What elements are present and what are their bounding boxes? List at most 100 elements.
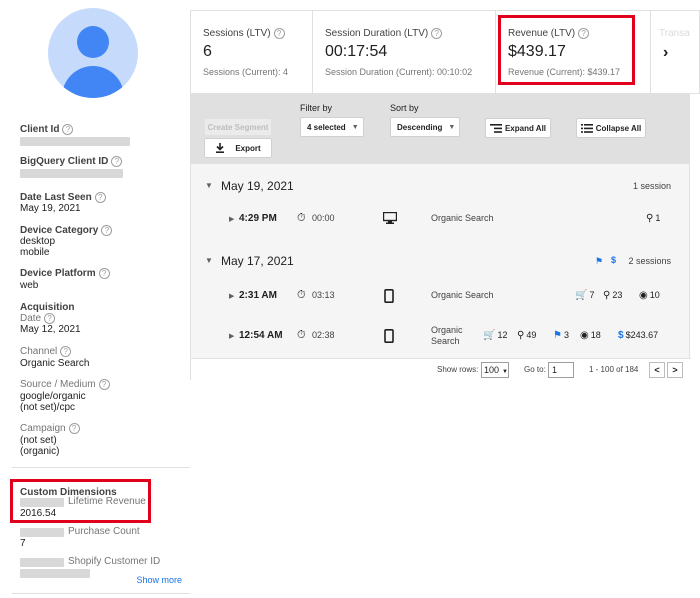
stopwatch-icon: ⏱: [297, 212, 306, 224]
purchase-count-label: Purchase Count: [68, 526, 140, 537]
flag-stat: ⚑ 3: [553, 330, 569, 341]
expand-all-button[interactable]: Expand All: [485, 118, 551, 138]
acquisition-label: Acquisition: [20, 302, 75, 313]
session-time: 4:29 PM: [239, 213, 277, 224]
expand-icon: [489, 123, 502, 133]
source-medium-value: (not set)/cpc: [20, 402, 76, 413]
source-medium-value: google/organic: [20, 391, 86, 402]
export-button[interactable]: Export: [204, 138, 272, 158]
help-icon[interactable]: ?: [94, 192, 106, 203]
shopify-customer-id-label: Shopify Customer ID: [68, 556, 161, 567]
help-icon[interactable]: ?: [273, 28, 285, 39]
expand-all-label: Expand All: [504, 123, 547, 133]
cart-icon: 🛒: [575, 290, 588, 301]
show-more-link[interactable]: Show more: [136, 575, 182, 585]
revenue-stat: $ $243.67: [618, 330, 659, 341]
session-count: 2 sessions: [628, 256, 671, 266]
date-label: May 19, 2021: [221, 179, 294, 193]
redacted-dimension-prefix: [20, 558, 64, 567]
session-row[interactable]: ▶ 12:54 AM ⏱ 02:38 Organic Search 🛒 12 ⚲ 49…: [191, 317, 691, 357]
eye-icon: ◉: [639, 290, 648, 301]
metric-value: 00:17:54: [325, 43, 388, 60]
session-duration: 02:38: [312, 330, 335, 340]
create-segment-button[interactable]: Create Segment: [204, 118, 272, 136]
session-channel: Organic Search: [431, 213, 494, 223]
date-group-header[interactable]: ▼ May 17, 2021 ⚑ $ 2 sessions: [191, 247, 691, 275]
dropdown-arrow-icon: ▼: [351, 123, 359, 131]
avatar: [48, 8, 138, 98]
mobile-icon: [384, 289, 394, 303]
session-time: 2:31 AM: [239, 290, 277, 301]
help-icon[interactable]: ?: [431, 28, 443, 39]
highlight-box: [10, 479, 151, 523]
session-duration: 00:00: [312, 213, 335, 223]
date-last-seen-label: Date Last Seen?: [20, 192, 106, 203]
channel-value: Organic Search: [20, 358, 90, 369]
caret-right-icon: ▶: [229, 293, 235, 300]
date-group-header[interactable]: ▼ May 19, 2021 1 session: [191, 172, 691, 200]
session-time: 12:54 AM: [239, 330, 283, 341]
device-category-value: mobile: [20, 247, 50, 258]
next-page-button[interactable]: >: [667, 362, 683, 378]
redacted-dimension-prefix: [20, 528, 64, 537]
mobile-icon: [384, 329, 394, 343]
next-metric-label: Transa: [659, 28, 690, 39]
session-duration: 03:13: [312, 290, 335, 300]
pagination-bar: Show rows: 100 ▼ Go to: 1 1 - 100 of 184 …: [191, 358, 691, 380]
redacted-client-id: [20, 137, 130, 146]
source-medium-label: Source / Medium?: [20, 379, 110, 390]
help-icon[interactable]: ?: [98, 268, 110, 279]
show-rows-label: Show rows:: [437, 365, 479, 374]
date-label: May 17, 2021: [221, 254, 294, 268]
dollar-icon: $: [611, 255, 617, 265]
redacted-bigquery-id: [20, 169, 123, 178]
session-row[interactable]: ▶ 4:29 PM ⏱ 00:00 Organic Search ⚲ 1: [191, 200, 691, 240]
cart-stat: 🛒 7: [575, 290, 595, 301]
client-id-label: Client Id?: [20, 124, 74, 135]
collapse-all-button[interactable]: Collapse All: [576, 118, 646, 138]
campaign-value: (organic): [20, 446, 60, 457]
cart-icon: 🛒: [483, 330, 496, 341]
campaign-label: Campaign?: [20, 423, 80, 434]
date-last-seen-value: May 19, 2021: [20, 203, 81, 214]
divider: [12, 593, 190, 594]
help-icon[interactable]: ?: [44, 313, 56, 324]
sort-dropdown[interactable]: Descending ▼: [390, 117, 460, 137]
session-table: ▼ May 19, 2021 1 session ▶ 4:29 PM ⏱ 00:…: [190, 164, 691, 380]
caret-down-icon: ▼: [205, 181, 213, 190]
metrics-next-button[interactable]: Transa ›: [651, 11, 700, 95]
goal-stat: ⚲ 1: [646, 213, 661, 224]
help-icon[interactable]: ?: [111, 156, 123, 167]
download-icon: [216, 143, 225, 153]
views-stat: ◉ 18: [580, 330, 601, 341]
caret-down-icon: ▼: [205, 256, 213, 265]
goto-label: Go to:: [524, 365, 546, 374]
highlight-box: [498, 15, 635, 85]
chevron-right-icon: ›: [663, 44, 669, 61]
help-icon[interactable]: ?: [68, 423, 80, 434]
goal-icon: ⚲: [603, 290, 611, 301]
purchase-count-value: 7: [20, 538, 26, 549]
metric-sub: Session Duration (Current): 00:10:02: [325, 67, 473, 77]
show-rows-select[interactable]: 100 ▼: [481, 362, 509, 378]
goto-input[interactable]: 1: [548, 362, 574, 378]
help-icon[interactable]: ?: [101, 225, 113, 236]
eye-icon: ◉: [580, 330, 589, 341]
redacted-shopify-id: [20, 569, 90, 578]
dollar-icon: $: [618, 330, 624, 341]
flag-icon: ⚑: [595, 256, 604, 266]
views-stat: ◉ 10: [639, 290, 660, 301]
help-icon[interactable]: ?: [98, 379, 110, 390]
metric-session-duration: Session Duration (LTV)? 00:17:54 Session…: [313, 11, 496, 95]
prev-page-button[interactable]: <: [649, 362, 665, 378]
page-range: 1 - 100 of 184: [589, 365, 639, 374]
acquisition-date-label: Date?: [20, 313, 56, 324]
session-channel: Organic Search: [431, 290, 494, 300]
goal-icon: ⚲: [517, 330, 525, 341]
help-icon[interactable]: ?: [60, 346, 72, 357]
device-platform-label: Device Platform?: [20, 268, 110, 279]
session-row[interactable]: ▶ 2:31 AM ⏱ 03:13 Organic Search 🛒 7 ⚲ 23 …: [191, 277, 691, 317]
collapse-all-label: Collapse All: [595, 123, 642, 133]
help-icon[interactable]: ?: [62, 124, 74, 135]
filter-dropdown[interactable]: 4 selected ▼: [300, 117, 364, 137]
